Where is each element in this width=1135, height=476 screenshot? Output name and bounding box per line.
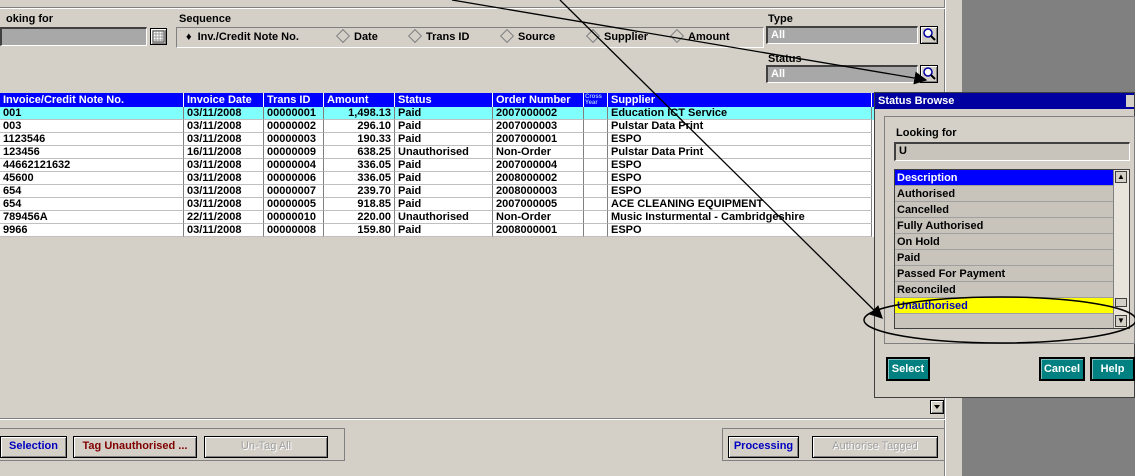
- annotation-overlay: [451, 0, 1135, 344]
- annotation-arrow: [451, 0, 928, 85]
- annotation-arrow: [559, 0, 883, 319]
- annotation-ellipse: [863, 296, 1135, 344]
